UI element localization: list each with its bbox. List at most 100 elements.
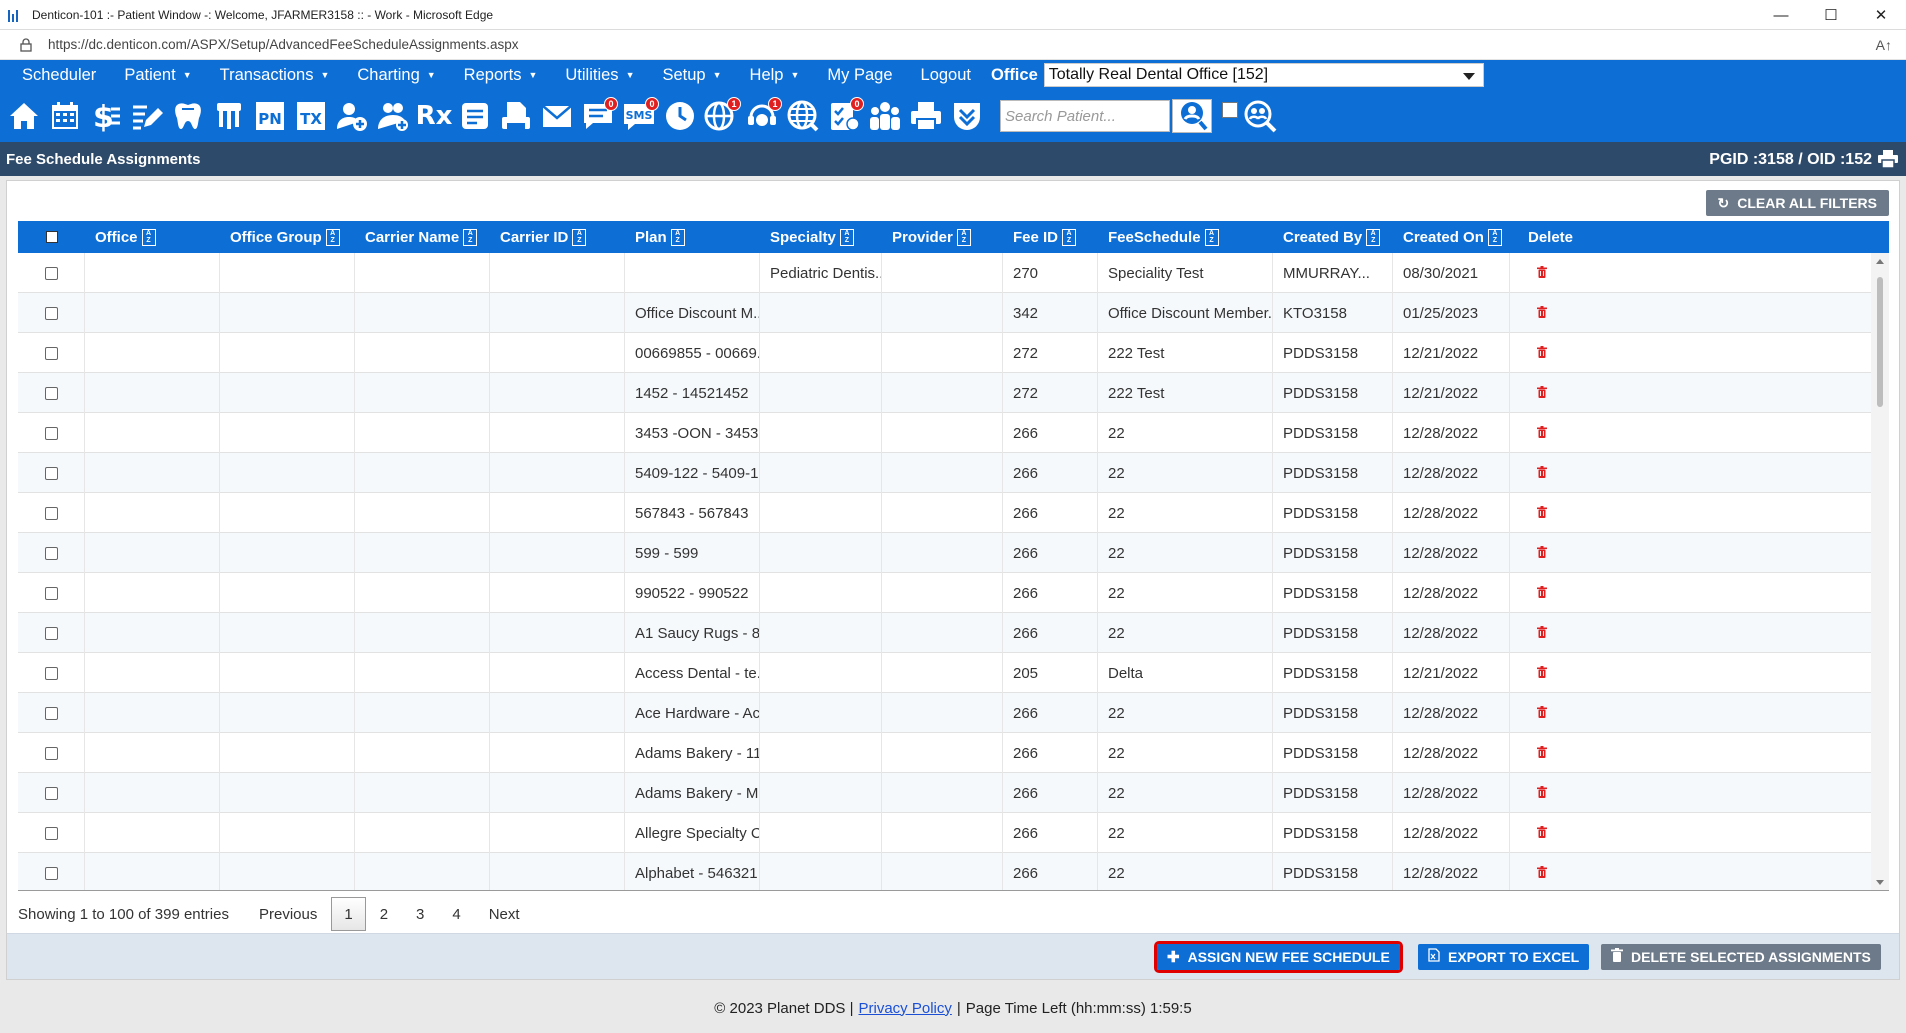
row-checkbox[interactable] [44,706,58,720]
menu-logout[interactable]: Logout [907,66,985,85]
column-header-carrier-name[interactable]: Carrier Name A Z [355,221,490,253]
pager-page-3[interactable]: 3 [402,897,438,931]
assign-new-fee-schedule-button[interactable]: ✚ ASSIGN NEW FEE SCHEDULE [1154,941,1403,973]
menu-my-page[interactable]: My Page [813,66,906,85]
menu-help[interactable]: Help ▼ [736,66,814,85]
scroll-thumb[interactable] [1877,277,1883,407]
row-checkbox[interactable] [44,786,58,800]
sort-icon[interactable]: AZ [463,228,478,246]
trash-icon[interactable] [1536,345,1547,362]
implant-icon[interactable] [211,97,247,135]
url-text[interactable]: https://dc.denticon.com/ASPX/Setup/Advan… [48,37,519,52]
minimize-icon[interactable]: — [1756,0,1806,30]
scroll-up-icon[interactable] [1876,259,1884,264]
home-icon[interactable] [6,97,42,135]
group-search-icon[interactable] [1242,97,1278,135]
table-row[interactable]: Access Dental - te... 205 Delta PDDS3158 12/… [18,653,1871,693]
row-checkbox[interactable] [44,586,58,600]
menu-utilities[interactable]: Utilities ▼ [551,66,648,85]
trash-icon[interactable] [1536,665,1547,682]
table-row[interactable]: Office Discount M... 342 Office Discount M… [18,293,1871,333]
edit-list-icon[interactable] [129,97,165,135]
pager-page-4[interactable]: 4 [438,897,474,931]
printer-icon[interactable] [908,97,944,135]
trash-icon[interactable] [1536,705,1547,722]
sort-icon[interactable]: AZ [839,228,854,246]
trash-icon[interactable] [1536,585,1547,602]
column-header-fee-id[interactable]: Fee ID A Z [1003,221,1098,253]
row-checkbox[interactable] [44,266,58,280]
table-row[interactable]: Alphabet - 546321 266 22 PDDS3158 12/28/2022 [18,853,1871,890]
menu-reports[interactable]: Reports ▼ [450,66,552,85]
table-row[interactable]: 567843 - 567843 266 22 PDDS3158 12/28/2022 [18,493,1871,533]
row-checkbox[interactable] [44,746,58,760]
clear-all-filters-button[interactable]: ↻ CLEAR ALL FILTERS [1705,190,1889,216]
table-row[interactable]: 990522 - 990522 266 22 PDDS3158 12/28/2022 [18,573,1871,613]
messages-icon[interactable]: 0 [580,97,618,135]
trash-icon[interactable] [1536,825,1547,842]
table-row[interactable]: 599 - 599 266 22 PDDS3158 12/28/2022 [18,533,1871,573]
trash-icon[interactable] [1536,625,1547,642]
column-header-created-by[interactable]: Created By A Z [1273,221,1393,253]
menu-charting[interactable]: Charting ▼ [343,66,449,85]
row-checkbox[interactable] [44,426,58,440]
table-row[interactable]: 1452 - 14521452 272 222 Test PDDS3158 12/21/… [18,373,1871,413]
pager-previous[interactable]: Previous [245,897,331,931]
table-row[interactable]: Pediatric Dentis... 270 Speciality Test MMU… [18,253,1871,293]
address-bar[interactable]: https://dc.denticon.com/ASPX/Setup/Advan… [0,30,1906,60]
treatment-plan-icon[interactable]: TX [293,97,329,135]
column-header-created-on[interactable]: Created On A Z [1393,221,1510,253]
group-users-icon[interactable] [867,97,903,135]
grid-body[interactable]: Pediatric Dentis... 270 Speciality Test MMU… [18,253,1871,890]
trash-icon[interactable] [1536,545,1547,562]
trash-icon[interactable] [1536,385,1547,402]
scroll-down-icon[interactable] [1876,880,1884,885]
column-header-plan[interactable]: Plan A Z [625,221,760,253]
clock-icon[interactable] [662,97,698,135]
menu-setup[interactable]: Setup ▼ [648,66,735,85]
search-patient-button[interactable] [1172,99,1212,133]
table-row[interactable]: 5409-122 - 5409-122 26622PDDS315812/28/20… [18,453,1871,493]
sort-icon[interactable]: AZ [572,228,587,246]
select-all-checkbox[interactable] [45,231,58,243]
sort-icon[interactable]: AZ [956,228,971,246]
pager-page-2[interactable]: 2 [366,897,402,931]
progress-notes-icon[interactable]: PN [252,97,288,135]
sort-icon[interactable]: AZ [1204,228,1219,246]
tooth-icon[interactable] [170,97,206,135]
tasks-checklist-icon[interactable]: 0 [826,97,864,135]
print-page-icon[interactable] [1878,150,1898,171]
close-icon[interactable]: ✕ [1856,0,1906,30]
sort-icon[interactable]: AZ [1487,228,1502,246]
vertical-scrollbar[interactable] [1871,253,1889,890]
toolbar-checkbox[interactable] [1222,102,1238,118]
menu-scheduler[interactable]: Scheduler [0,66,110,85]
trash-icon[interactable] [1536,865,1547,882]
row-checkbox[interactable] [44,626,58,640]
trash-icon[interactable] [1536,745,1547,762]
row-checkbox[interactable] [44,866,58,880]
sort-icon[interactable]: AZ [141,228,156,246]
pocket-save-icon[interactable] [949,97,985,135]
support-icon[interactable]: 1 [744,97,782,135]
row-checkbox[interactable] [44,826,58,840]
row-checkbox[interactable] [44,466,58,480]
sms-icon[interactable]: SMS 0 [621,97,659,135]
privacy-policy-link[interactable]: Privacy Policy [859,1000,952,1017]
web-globe-icon[interactable] [785,97,821,135]
pager-next[interactable]: Next [475,897,534,931]
table-row[interactable]: Allegre Specialty C... 26622PDDS315812/28… [18,813,1871,853]
row-checkbox[interactable] [44,306,58,320]
table-row[interactable]: 3453 -OON - 3453 266 22 PDDS3158 12/28/2022 [18,413,1871,453]
globe-settings-icon[interactable]: 1 [703,97,741,135]
sort-icon[interactable]: AZ [325,228,340,246]
trash-icon[interactable] [1536,785,1547,802]
column-header-office-group[interactable]: Office Group A Z [220,221,355,253]
calendar-icon[interactable] [47,97,83,135]
table-row[interactable]: A1 Saucy Rugs - 82... 26622PDDS315812/28/… [18,613,1871,653]
export-to-excel-button[interactable]: EXPORT TO EXCEL [1418,944,1590,970]
office-select[interactable]: Totally Real Dental Office [152] [1043,63,1484,87]
table-row[interactable]: 00669855 - 00669... 272 222 Test PDDS3158 12… [18,333,1871,373]
prescription-icon[interactable]: Rx [416,97,453,135]
sort-icon[interactable]: AZ [1366,228,1381,246]
